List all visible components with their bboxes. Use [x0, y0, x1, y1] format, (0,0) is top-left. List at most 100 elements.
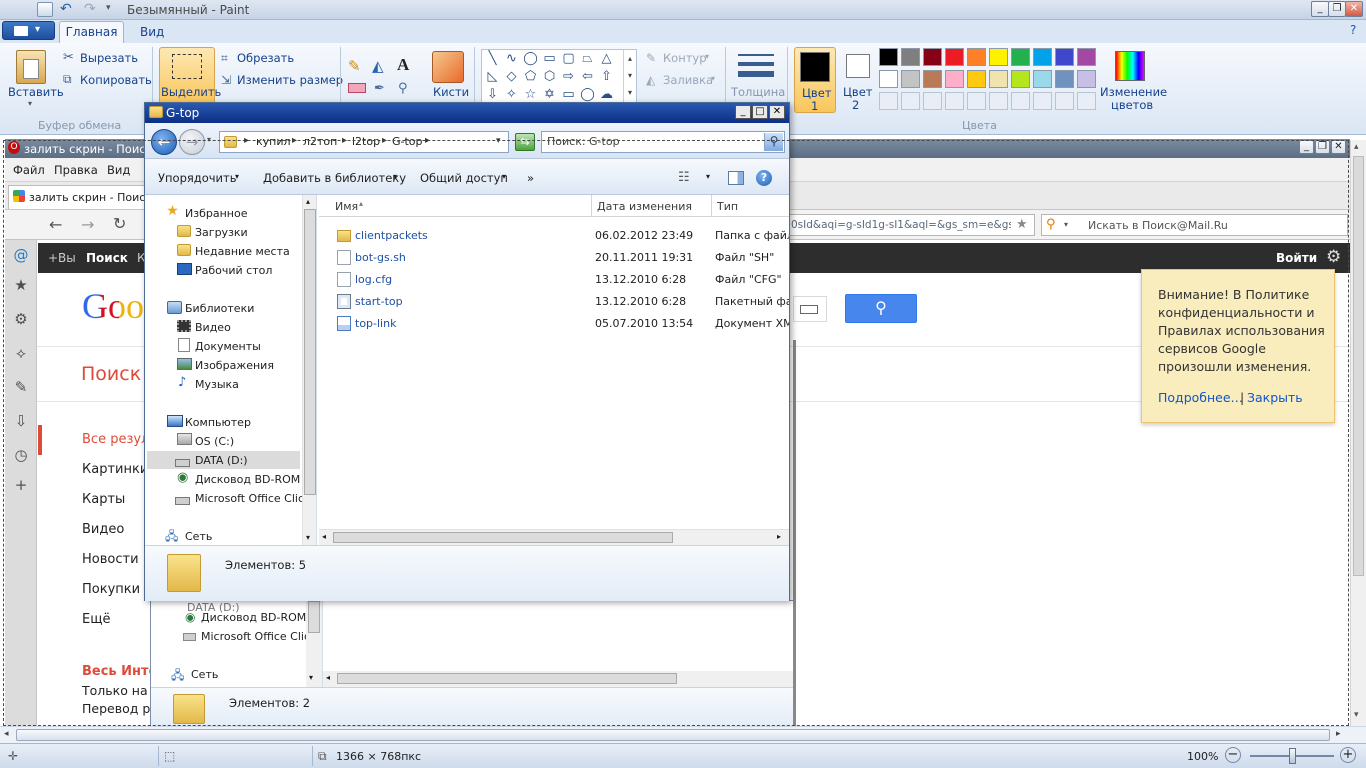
fill-bucket-icon[interactable]: ◭	[372, 57, 384, 75]
copy-button[interactable]: Копировать	[80, 73, 152, 87]
curve-shape-icon[interactable]: ∿	[503, 52, 520, 66]
help-icon[interactable]: ?	[1350, 23, 1356, 37]
color-swatch[interactable]	[923, 48, 942, 66]
color-swatch[interactable]	[989, 48, 1008, 66]
custom-color-slot[interactable]	[1055, 92, 1074, 110]
pencil-icon[interactable]: ✎	[348, 57, 361, 75]
scroll-left-icon[interactable]: ◂	[4, 729, 9, 739]
color-swatch[interactable]	[1033, 70, 1052, 88]
custom-color-slot[interactable]	[879, 92, 898, 110]
star5-shape-icon[interactable]: ☆	[522, 88, 539, 102]
callout-rect-shape-icon[interactable]: ▭	[560, 88, 577, 102]
shapes-scroll-icon[interactable]: ▴ ▾ ▾	[623, 50, 636, 102]
color-swatch[interactable]	[923, 70, 942, 88]
scroll-thumb[interactable]	[16, 729, 1330, 741]
custom-color-slot[interactable]	[989, 92, 1008, 110]
callout-oval-shape-icon[interactable]: ◯	[579, 88, 596, 102]
resize-button[interactable]: Изменить размер	[237, 73, 343, 87]
redo-icon[interactable]: ↷	[84, 1, 96, 17]
color-swatch[interactable]	[1077, 48, 1096, 66]
outline-button[interactable]: Контур	[663, 51, 707, 65]
scroll-up-icon[interactable]: ▴	[1354, 142, 1359, 152]
custom-color-slot[interactable]	[923, 92, 942, 110]
color-swatch[interactable]	[967, 48, 986, 66]
color-swatch[interactable]	[901, 70, 920, 88]
undo-icon[interactable]: ↶	[60, 1, 72, 17]
chevron-down-icon[interactable]: ▾	[705, 52, 709, 61]
cut-button[interactable]: Вырезать	[80, 51, 138, 65]
brushes-icon[interactable]	[432, 51, 464, 83]
line-shape-icon[interactable]: ╲	[484, 52, 501, 66]
callout-cloud-shape-icon[interactable]: ☁	[598, 88, 615, 102]
star6-shape-icon[interactable]: ✡	[541, 88, 558, 102]
color-swatch[interactable]	[1055, 48, 1074, 66]
magnifier-icon[interactable]: ⚲	[398, 81, 408, 96]
color-swatch[interactable]	[1077, 70, 1096, 88]
size-button[interactable]: Толщина	[731, 85, 785, 99]
size-icon[interactable]	[738, 52, 774, 82]
arrow-up-shape-icon[interactable]: ⇧	[598, 70, 615, 84]
paste-button[interactable]: Вставить	[8, 85, 64, 99]
custom-color-slot[interactable]	[1077, 92, 1096, 110]
color-swatch[interactable]	[945, 48, 964, 66]
custom-color-slot[interactable]	[967, 92, 986, 110]
hexagon-shape-icon[interactable]: ⬡	[541, 70, 558, 84]
edit-colors-icon[interactable]	[1115, 51, 1145, 81]
paint-horizontal-scrollbar[interactable]: ◂ ▸	[0, 726, 1366, 743]
color-swatch[interactable]	[1011, 48, 1030, 66]
zoom-slider-thumb[interactable]	[1289, 748, 1296, 764]
paint-menu-button[interactable]: ▾	[2, 21, 55, 40]
color-swatch[interactable]	[945, 70, 964, 88]
maximize-button[interactable]: ❐	[1328, 1, 1346, 17]
scroll-right-icon[interactable]: ▸	[1336, 729, 1341, 739]
custom-color-slot[interactable]	[1033, 92, 1052, 110]
tab-home[interactable]: Главная	[59, 21, 124, 43]
rectangle-shape-icon[interactable]: ▭	[541, 52, 558, 66]
polygon-shape-icon[interactable]: ⏢	[579, 52, 596, 66]
browser-vertical-scrollbar[interactable]: ▴ ▾	[1350, 140, 1366, 726]
star4-shape-icon[interactable]: ✧	[503, 88, 520, 102]
chevron-down-icon[interactable]: ▾	[28, 99, 32, 108]
diamond-shape-icon[interactable]: ◇	[503, 70, 520, 84]
color-swatch[interactable]	[967, 70, 986, 88]
explorer-minimize-button[interactable]: _	[735, 105, 751, 119]
eraser-icon[interactable]	[348, 83, 366, 93]
zoom-in-icon[interactable]: +	[1340, 747, 1356, 763]
custom-color-slot[interactable]	[945, 92, 964, 110]
arrow-down-shape-icon[interactable]: ⇩	[484, 88, 501, 102]
close-button[interactable]: ✕	[1345, 1, 1363, 17]
oval-shape-icon[interactable]: ◯	[522, 52, 539, 66]
rounded-rect-shape-icon[interactable]: ▢	[560, 52, 577, 66]
pentagon-shape-icon[interactable]: ⬠	[522, 70, 539, 84]
chevron-down-icon[interactable]: ▾	[711, 74, 715, 83]
color-swatch[interactable]	[989, 70, 1008, 88]
custom-color-slot[interactable]	[901, 92, 920, 110]
right-triangle-shape-icon[interactable]: ◺	[484, 70, 501, 84]
explorer-maximize-button[interactable]: □	[752, 105, 768, 119]
color-swatch[interactable]	[901, 48, 920, 66]
color-swatch[interactable]	[1033, 48, 1052, 66]
fill-button[interactable]: Заливка	[663, 73, 713, 87]
tab-view[interactable]: Вид	[140, 25, 164, 39]
minimize-button[interactable]: _	[1311, 1, 1329, 17]
select-button[interactable]: Выделить	[159, 47, 221, 104]
arrow-right-shape-icon[interactable]: ⇨	[560, 70, 577, 84]
zoom-out-icon[interactable]: −	[1225, 747, 1241, 763]
color-swatch[interactable]	[879, 48, 898, 66]
color-swatch[interactable]	[1011, 70, 1030, 88]
color-swatch[interactable]	[1055, 70, 1074, 88]
triangle-shape-icon[interactable]: △	[598, 52, 615, 66]
paste-icon[interactable]	[16, 50, 46, 84]
color-swatch[interactable]	[879, 70, 898, 88]
text-tool-icon[interactable]: A	[397, 55, 409, 75]
scroll-thumb[interactable]	[1353, 156, 1364, 576]
brushes-button[interactable]: Кисти	[433, 85, 469, 99]
crop-button[interactable]: Обрезать	[237, 51, 294, 65]
save-icon[interactable]	[37, 2, 53, 17]
custom-color-slot[interactable]	[1011, 92, 1030, 110]
quick-access-dropdown-icon[interactable]: ▾	[106, 3, 111, 13]
color-picker-icon[interactable]: ✒	[374, 81, 385, 96]
shapes-gallery[interactable]: ╲ ∿ ◯ ▭ ▢ ⏢ △ ◺ ◇ ⬠ ⬡ ⇨ ⇦ ⇧ ⇩ ✧ ☆ ✡ ▭ ◯ …	[481, 49, 637, 103]
explorer-close-button[interactable]: ✕	[769, 105, 785, 119]
scroll-down-icon[interactable]: ▾	[1354, 710, 1359, 720]
